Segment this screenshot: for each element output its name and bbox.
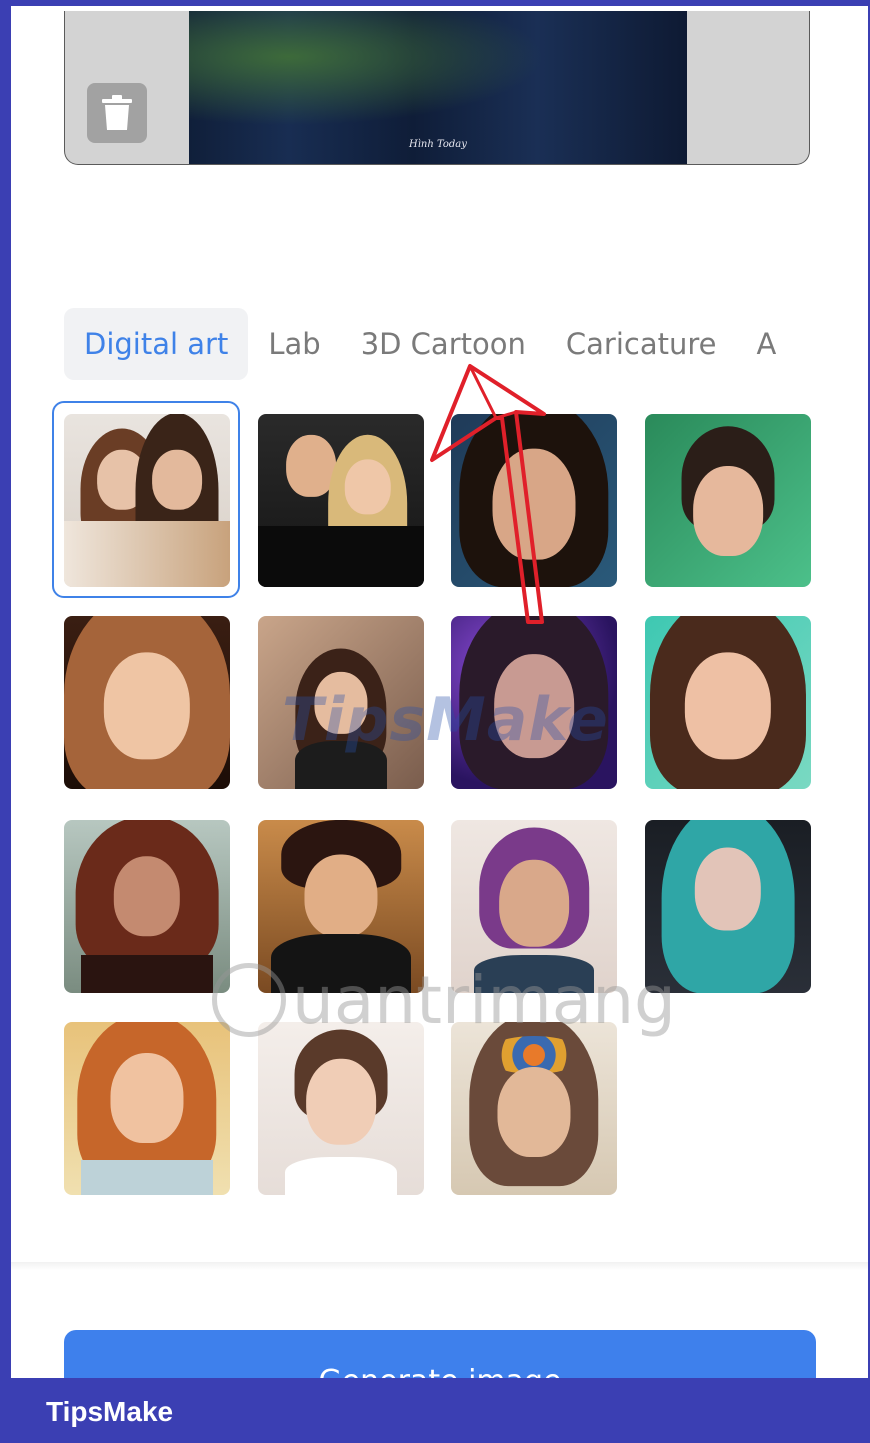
tab-lab[interactable]: Lab — [248, 308, 340, 380]
quantrimang-watermark: uantrimang — [212, 960, 676, 1040]
style-thumbnail-5[interactable] — [64, 616, 230, 789]
photo-signature: Hình Today — [409, 139, 467, 150]
section-divider — [11, 1262, 868, 1270]
style-thumbnail-15[interactable] — [451, 1022, 617, 1195]
uploaded-photo: Hình Today — [189, 11, 687, 164]
delete-image-button[interactable] — [87, 83, 147, 143]
style-thumbnail-8[interactable] — [645, 616, 811, 789]
quantrimang-watermark-text: uantrimang — [292, 961, 676, 1039]
annotation-arrow-icon — [430, 364, 546, 624]
tab-digital-art[interactable]: Digital art — [64, 308, 249, 380]
style-thumbnail-9[interactable] — [64, 820, 230, 993]
footer-brand: TipsMake — [46, 1396, 174, 1427]
style-thumbnail-2[interactable] — [258, 414, 424, 587]
trash-icon — [102, 95, 132, 130]
quantrimang-logo-icon — [212, 963, 286, 1037]
footer-bar: TipsMake — [0, 1378, 870, 1443]
tab-more[interactable]: A — [736, 308, 796, 380]
style-thumbnail-1[interactable] — [64, 414, 230, 587]
tipsmake-watermark: TipsMake — [282, 685, 609, 755]
style-thumbnail-4[interactable] — [645, 414, 811, 587]
style-thumbnail-14[interactable] — [258, 1022, 424, 1195]
style-thumbnail-13[interactable] — [64, 1022, 230, 1195]
uploaded-image-preview: Hình Today — [64, 11, 810, 165]
